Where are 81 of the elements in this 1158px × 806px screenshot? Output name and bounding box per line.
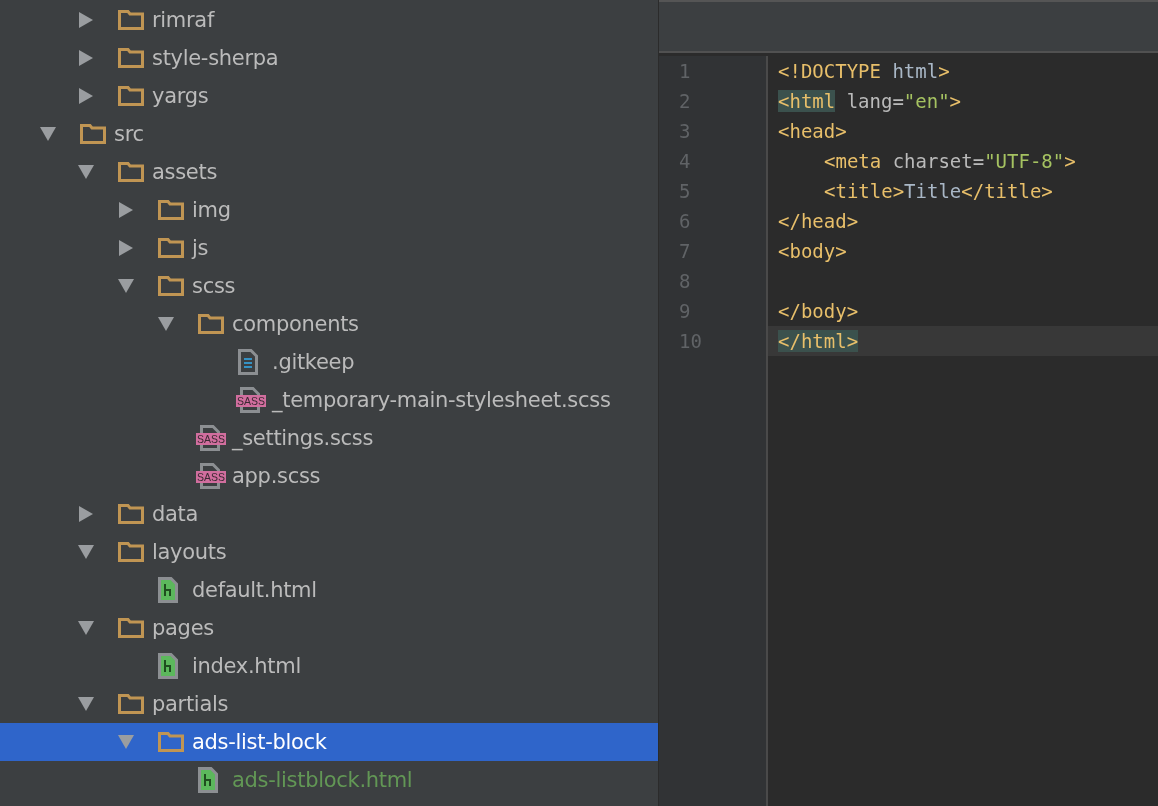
file-name: index.html bbox=[192, 654, 301, 678]
folder-name: data bbox=[152, 502, 199, 526]
tree-row[interactable]: src bbox=[0, 115, 658, 153]
folder-name: yargs bbox=[152, 84, 209, 108]
folder-icon bbox=[80, 124, 106, 144]
file-name: default.html bbox=[192, 578, 317, 602]
tree-row[interactable]: index.html bbox=[0, 647, 658, 685]
tree-row[interactable]: layouts bbox=[0, 533, 658, 571]
folder-icon bbox=[158, 276, 184, 296]
folder-name: scss bbox=[192, 274, 236, 298]
tree-row[interactable]: style-sherpa bbox=[0, 39, 658, 77]
expanded-arrow-icon[interactable] bbox=[158, 317, 174, 331]
tree-row[interactable]: pages bbox=[0, 609, 658, 647]
folder-icon bbox=[118, 694, 144, 714]
tree-row[interactable]: default.html bbox=[0, 571, 658, 609]
folder-icon bbox=[118, 86, 144, 106]
folder-name: src bbox=[114, 122, 144, 146]
html-file-icon bbox=[198, 767, 218, 793]
expanded-arrow-icon[interactable] bbox=[78, 545, 94, 559]
expanded-arrow-icon[interactable] bbox=[40, 127, 56, 141]
folder-icon bbox=[158, 200, 184, 220]
code-line: </head> bbox=[777, 209, 860, 234]
collapsed-arrow-icon[interactable] bbox=[79, 506, 93, 522]
tree-row[interactable]: js bbox=[0, 229, 658, 267]
folder-name: assets bbox=[152, 160, 218, 184]
tree-row[interactable]: yargs bbox=[0, 77, 658, 115]
code-line: <meta charset="UTF-8"> bbox=[823, 149, 1077, 174]
folder-name: ads-list-block bbox=[192, 730, 327, 754]
folder-icon bbox=[118, 542, 144, 562]
code-line: <body> bbox=[777, 239, 848, 264]
file-name: _settings.scss bbox=[232, 426, 374, 450]
tree-row[interactable]: partials bbox=[0, 685, 658, 723]
html-file-icon bbox=[158, 653, 178, 679]
file-name: app.scss bbox=[232, 464, 321, 488]
folder-name: layouts bbox=[152, 540, 227, 564]
folder-icon bbox=[118, 162, 144, 182]
folder-name: pages bbox=[152, 616, 214, 640]
expanded-arrow-icon[interactable] bbox=[78, 621, 94, 635]
tree-row[interactable]: ads-listblock.html bbox=[0, 761, 658, 799]
expanded-arrow-icon[interactable] bbox=[78, 165, 94, 179]
tree-row[interactable]: components bbox=[0, 305, 658, 343]
code-line: <head> bbox=[777, 119, 848, 144]
folder-icon bbox=[118, 48, 144, 68]
folder-name: partials bbox=[152, 692, 229, 716]
expanded-arrow-icon[interactable] bbox=[78, 697, 94, 711]
collapsed-arrow-icon[interactable] bbox=[79, 88, 93, 104]
collapsed-arrow-icon[interactable] bbox=[119, 202, 133, 218]
code-line: <!DOCTYPE html> bbox=[777, 59, 951, 84]
code-line: <html lang="en"> bbox=[777, 89, 963, 114]
tree-row[interactable]: .gitkeep bbox=[0, 343, 658, 381]
text-file-icon bbox=[238, 349, 258, 375]
tree-row[interactable]: SASS _temporary-main-stylesheet.scss bbox=[0, 381, 658, 419]
tree-row[interactable]: data bbox=[0, 495, 658, 533]
folder-icon bbox=[158, 732, 184, 752]
tree-row[interactable]: img bbox=[0, 191, 658, 229]
folder-name: style-sherpa bbox=[152, 46, 279, 70]
collapsed-arrow-icon[interactable] bbox=[119, 240, 133, 256]
html-file-icon bbox=[158, 577, 178, 603]
file-name: _temporary-main-stylesheet.scss bbox=[272, 388, 611, 412]
tree-row[interactable]: SASS app.scss bbox=[0, 457, 658, 495]
folder-name: components bbox=[232, 312, 359, 336]
folder-icon bbox=[118, 504, 144, 524]
folder-name: img bbox=[192, 198, 231, 222]
folder-icon bbox=[198, 314, 224, 334]
code-line: <title>Title</title> bbox=[823, 179, 1054, 204]
folder-icon bbox=[158, 238, 184, 258]
tree-row[interactable]: scss bbox=[0, 267, 658, 305]
folder-name: js bbox=[192, 236, 209, 260]
folder-icon bbox=[118, 618, 144, 638]
collapsed-arrow-icon[interactable] bbox=[79, 50, 93, 66]
tree-row[interactable]: assets bbox=[0, 153, 658, 191]
folder-icon bbox=[118, 10, 144, 30]
tree-row[interactable]: rimraf bbox=[0, 1, 658, 39]
code-line: </body> bbox=[777, 299, 860, 324]
expanded-arrow-icon[interactable] bbox=[118, 279, 134, 293]
folder-name: rimraf bbox=[152, 8, 215, 32]
tree-row[interactable]: SASS _settings.scss bbox=[0, 419, 658, 457]
tree-row[interactable]: ads-list-block bbox=[0, 723, 658, 761]
file-name: ads-listblock.html bbox=[232, 768, 413, 792]
collapsed-arrow-icon[interactable] bbox=[79, 12, 93, 28]
file-name: .gitkeep bbox=[272, 350, 355, 374]
